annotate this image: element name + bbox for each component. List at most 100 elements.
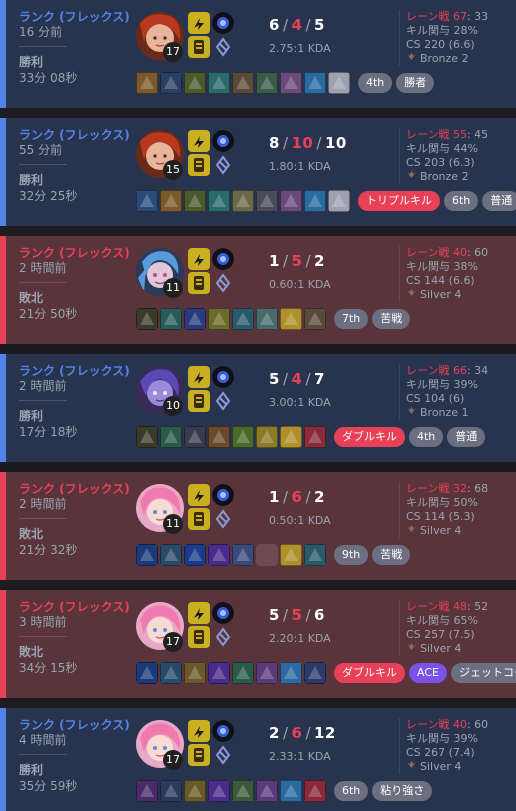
item-slot[interactable] [256,544,278,566]
item-slot[interactable] [160,544,182,566]
item-slot[interactable] [160,308,182,330]
primary-rune-icon[interactable] [212,720,234,742]
secondary-rune-icon[interactable] [212,626,234,648]
primary-rune-icon[interactable] [212,366,234,388]
item-slot[interactable] [184,426,206,448]
item-slot[interactable] [304,426,326,448]
secondary-rune-icon[interactable] [212,508,234,530]
second-spell-icon[interactable] [188,744,210,766]
match-card[interactable]: ランク (フレックス) 3 時間前 敗北 34分 15秒 17 5/5/6 2.20:1 K… [0,590,516,698]
item-slot[interactable] [304,662,326,684]
item-slot[interactable] [280,190,302,212]
item-slot[interactable] [256,662,278,684]
item-slot[interactable] [184,308,206,330]
item-slot[interactable] [136,190,158,212]
second-spell-icon[interactable] [188,154,210,176]
item-slot[interactable] [160,426,182,448]
item-slot[interactable] [256,426,278,448]
match-card[interactable]: ランク (フレックス) 16 分前 勝利 33分 08秒 17 6/4/5 2.75:1 K… [0,0,516,108]
item-slot[interactable] [184,544,206,566]
match-card[interactable]: ランク (フレックス) 55 分前 勝利 32分 25秒 15 8/10/10 1.80:1… [0,118,516,226]
item-slot[interactable] [232,72,254,94]
item-slot[interactable] [160,662,182,684]
kda-ratio: 2.33:1 KDA [269,750,331,763]
match-card[interactable]: ランク (フレックス) 4 時間前 勝利 35分 59秒 17 2/6/12 2.33:1 … [0,708,516,811]
item-slot[interactable] [136,662,158,684]
second-spell-icon[interactable] [188,390,210,412]
second-spell-icon[interactable] [188,272,210,294]
item-slot[interactable] [304,190,326,212]
item-slot[interactable] [232,780,254,802]
item-slot[interactable] [280,72,302,94]
item-slot[interactable] [184,190,206,212]
item-slot[interactable] [280,426,302,448]
flash-spell-icon[interactable] [188,12,210,34]
match-card[interactable]: ランク (フレックス) 2 時間前 敗北 21分 32秒 11 1/6/2 0.50:1 K… [0,472,516,580]
second-spell-icon[interactable] [188,508,210,530]
match-stats: レーン戦 66: 34 キル関与 39% CS 104 (6) Bronze 1 [399,364,488,420]
match-card[interactable]: ランク (フレックス) 2 時間前 敗北 21分 50秒 11 1/5/2 0.60:1 K… [0,236,516,344]
item-slot[interactable] [208,426,230,448]
item-slot[interactable] [304,780,326,802]
item-slot[interactable] [136,780,158,802]
item-slot[interactable] [256,190,278,212]
item-slot[interactable] [328,72,350,94]
primary-rune-icon[interactable] [212,130,234,152]
average-rank: Silver 4 [406,524,488,538]
lane-value: 67 [452,10,467,23]
secondary-rune-icon[interactable] [212,272,234,294]
secondary-rune-icon[interactable] [212,744,234,766]
item-slot[interactable] [184,780,206,802]
champion-level: 17 [163,42,183,62]
item-slot[interactable] [184,72,206,94]
secondary-rune-icon[interactable] [212,36,234,58]
item-slot[interactable] [136,308,158,330]
item-slot[interactable] [256,72,278,94]
item-slot[interactable] [232,308,254,330]
flash-spell-icon[interactable] [188,130,210,152]
item-slot[interactable] [136,544,158,566]
item-slot[interactable] [304,544,326,566]
flash-spell-icon[interactable] [188,248,210,270]
item-slot[interactable] [256,308,278,330]
match-card[interactable]: ランク (フレックス) 2 時間前 勝利 17分 18秒 10 5/4/7 3.00:1 K… [0,354,516,462]
item-slot[interactable] [160,780,182,802]
item-slot[interactable] [304,308,326,330]
secondary-rune-icon[interactable] [212,390,234,412]
item-slot[interactable] [256,780,278,802]
lane-value: 40 [452,718,467,731]
primary-rune-icon[interactable] [212,602,234,624]
primary-rune-icon[interactable] [212,484,234,506]
item-slot[interactable] [232,544,254,566]
item-slot[interactable] [208,308,230,330]
item-slot[interactable] [304,72,326,94]
item-slot[interactable] [208,662,230,684]
item-slot[interactable] [160,190,182,212]
item-slot[interactable] [136,72,158,94]
flash-spell-icon[interactable] [188,602,210,624]
item-slot[interactable] [232,662,254,684]
item-slot[interactable] [136,426,158,448]
flash-spell-icon[interactable] [188,484,210,506]
secondary-rune-icon[interactable] [212,154,234,176]
primary-rune-icon[interactable] [212,248,234,270]
flash-spell-icon[interactable] [188,366,210,388]
item-slot[interactable] [160,72,182,94]
primary-rune-icon[interactable] [212,12,234,34]
item-slot[interactable] [328,190,350,212]
item-slot[interactable] [208,544,230,566]
item-slot[interactable] [280,544,302,566]
item-slot[interactable] [208,72,230,94]
item-slot[interactable] [232,190,254,212]
item-slot[interactable] [208,190,230,212]
item-slot[interactable] [280,662,302,684]
item-slot[interactable] [232,426,254,448]
item-slot[interactable] [184,662,206,684]
item-slot[interactable] [280,308,302,330]
second-spell-icon[interactable] [188,626,210,648]
flash-spell-icon[interactable] [188,720,210,742]
item-slot[interactable] [280,780,302,802]
item-slot[interactable] [208,780,230,802]
second-spell-icon[interactable] [188,36,210,58]
lane-score: レーン戦 32: 68 [406,482,488,496]
